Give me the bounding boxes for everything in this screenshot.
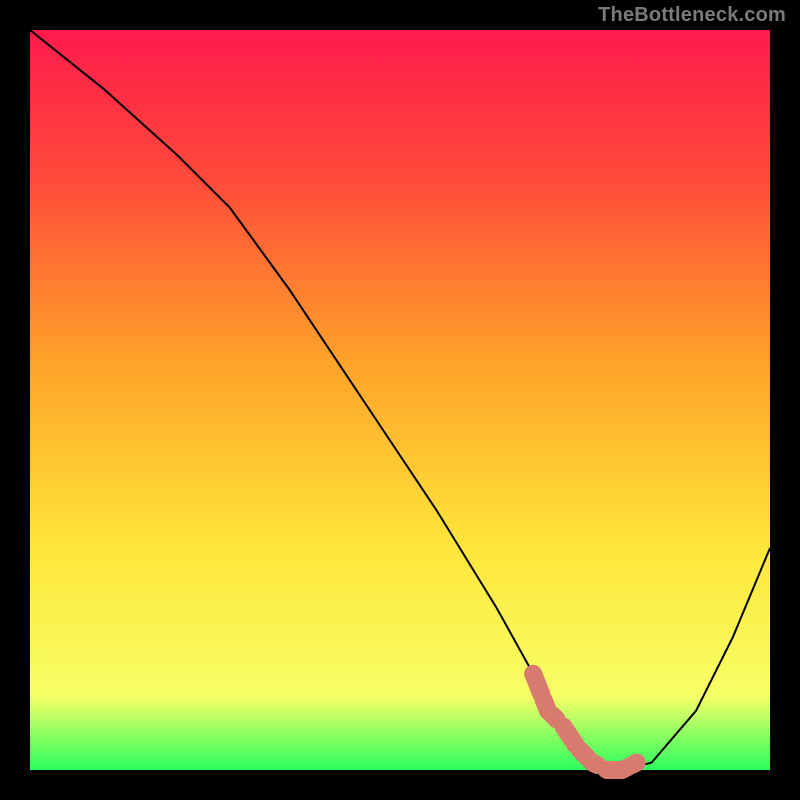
plot-background — [30, 30, 770, 770]
bottleneck-chart — [0, 0, 800, 800]
attribution-label: TheBottleneck.com — [598, 4, 786, 27]
optimal-point — [614, 762, 630, 778]
